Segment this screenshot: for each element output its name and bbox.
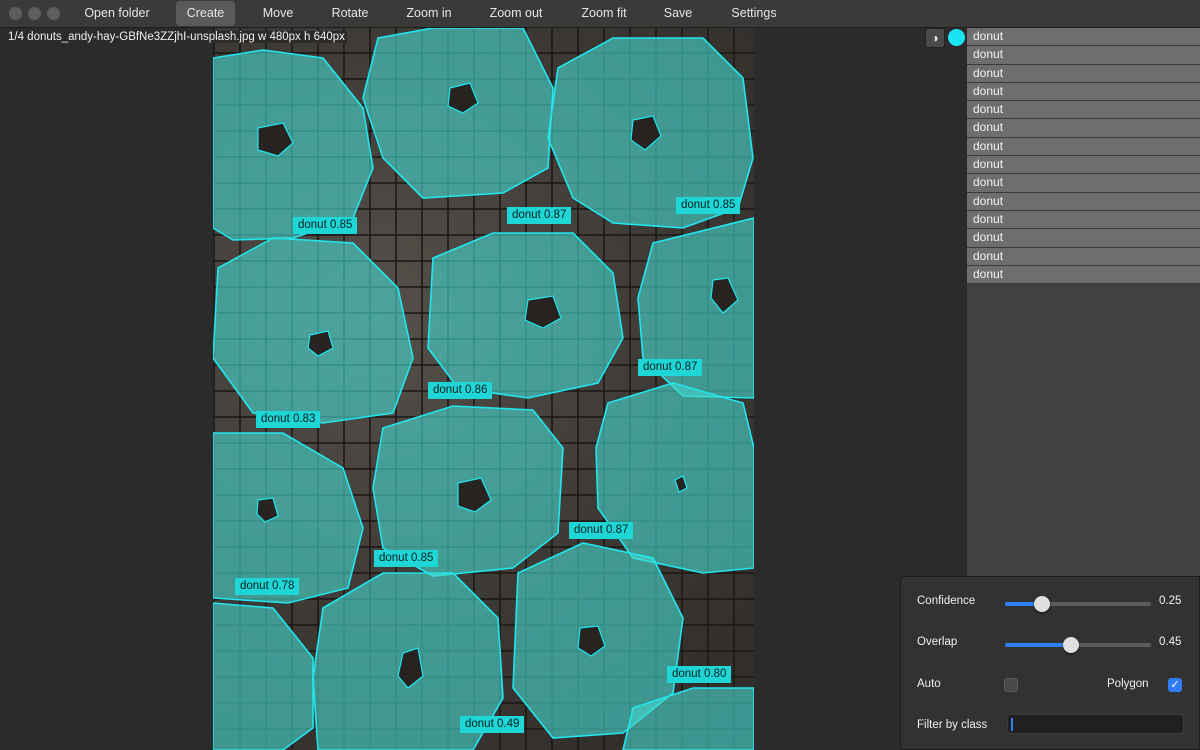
annotation-list-item[interactable]: donut — [967, 265, 1200, 285]
confidence-slider[interactable] — [1005, 596, 1151, 612]
detection-label[interactable]: donut 0.87 — [569, 522, 634, 539]
window-maximize-button[interactable] — [47, 7, 60, 20]
toolbar: Open folder Create Move Rotate Zoom in Z… — [0, 0, 1200, 28]
annotation-list-item[interactable]: donut — [967, 174, 1200, 193]
detection-label[interactable]: donut 0.87 — [638, 359, 703, 376]
detection-polygon — [213, 602, 314, 750]
annotation-list-item[interactable]: donut — [967, 210, 1200, 230]
open-folder-button[interactable]: Open folder — [78, 0, 156, 27]
filter-label: Filter by class — [917, 719, 988, 731]
annotation-list-item[interactable]: donut — [967, 28, 1200, 47]
polygon-checkbox[interactable]: ✓ — [1168, 678, 1182, 692]
annotation-list-item[interactable]: donut — [967, 82, 1200, 102]
window-minimize-button[interactable] — [28, 7, 41, 20]
text-caret — [1011, 718, 1013, 731]
detection-polygon — [213, 237, 414, 424]
rotate-button[interactable]: Rotate — [322, 0, 378, 27]
confidence-slider-knob[interactable] — [1033, 596, 1050, 612]
save-button[interactable]: Save — [657, 0, 699, 27]
checkmark-icon: ✓ — [1170, 679, 1180, 691]
file-info: 1/4 donuts_andy-hay-GBfNe3ZZjhI-unsplash… — [6, 31, 347, 43]
zoom-out-button[interactable]: Zoom out — [482, 0, 550, 27]
window-close-button[interactable] — [9, 7, 22, 20]
overlap-label: Overlap — [917, 636, 958, 648]
auto-checkbox[interactable] — [1004, 678, 1018, 692]
detection-label[interactable]: donut 0.49 — [460, 716, 525, 733]
annotation-list-item[interactable]: donut — [967, 119, 1200, 138]
detection-polygon — [362, 28, 554, 199]
image-canvas[interactable]: 1/4 donuts_andy-hay-GBfNe3ZZjhI-unsplash… — [0, 28, 967, 750]
detection-label[interactable]: donut 0.80 — [667, 666, 732, 683]
annotation-list-item[interactable]: donut — [967, 101, 1200, 120]
detection-label[interactable]: donut 0.87 — [507, 207, 572, 224]
overlap-slider-fill — [1005, 643, 1071, 647]
filter-by-class-input[interactable] — [1007, 714, 1184, 734]
contrast-icon: ◑ — [931, 31, 939, 45]
overlap-slider-knob[interactable] — [1062, 637, 1079, 653]
annotation-list-item[interactable]: donut — [967, 229, 1200, 248]
annotation-list-item[interactable]: donut — [967, 192, 1200, 211]
auto-label: Auto — [917, 678, 941, 690]
detection-label[interactable]: donut 0.85 — [293, 217, 358, 234]
detection-label[interactable]: donut 0.86 — [428, 382, 493, 399]
detection-label[interactable]: donut 0.83 — [256, 411, 321, 428]
create-button[interactable]: Create — [176, 1, 235, 26]
overlap-value: 0.45 — [1159, 636, 1182, 648]
detection-label[interactable]: donut 0.85 — [676, 197, 741, 214]
confidence-label: Confidence — [917, 595, 976, 607]
annotation-list-item[interactable]: donut — [967, 46, 1200, 65]
detection-polygon — [595, 382, 754, 574]
annotation-list-item[interactable]: donut — [967, 137, 1200, 157]
detection-label[interactable]: donut 0.78 — [235, 578, 300, 595]
overlap-slider[interactable] — [1005, 637, 1151, 653]
contrast-toggle-button[interactable]: ◑ — [925, 28, 945, 48]
zoom-fit-button[interactable]: Zoom fit — [573, 0, 635, 27]
annotated-image[interactable]: donut 0.85 donut 0.87 donut 0.85 donut 0… — [213, 28, 754, 750]
annotation-list: donut donut donut donut donut donut donut donut… — [967, 28, 1200, 285]
detection-label[interactable]: donut 0.85 — [374, 550, 439, 567]
annotation-color-button[interactable] — [948, 29, 965, 46]
polygon-label: Polygon — [1107, 678, 1149, 690]
confidence-value: 0.25 — [1159, 595, 1182, 607]
annotation-list-item[interactable]: donut — [967, 247, 1200, 266]
settings-button[interactable]: Settings — [724, 0, 784, 27]
settings-panel: Confidence 0.25 Overlap 0.45 Auto Polygo… — [900, 576, 1200, 750]
annotation-list-item[interactable]: donut — [967, 64, 1200, 83]
annotation-list-item[interactable]: donut — [967, 156, 1200, 175]
zoom-in-button[interactable]: Zoom in — [398, 0, 460, 27]
detection-polygon — [213, 49, 374, 241]
move-button[interactable]: Move — [254, 0, 302, 27]
